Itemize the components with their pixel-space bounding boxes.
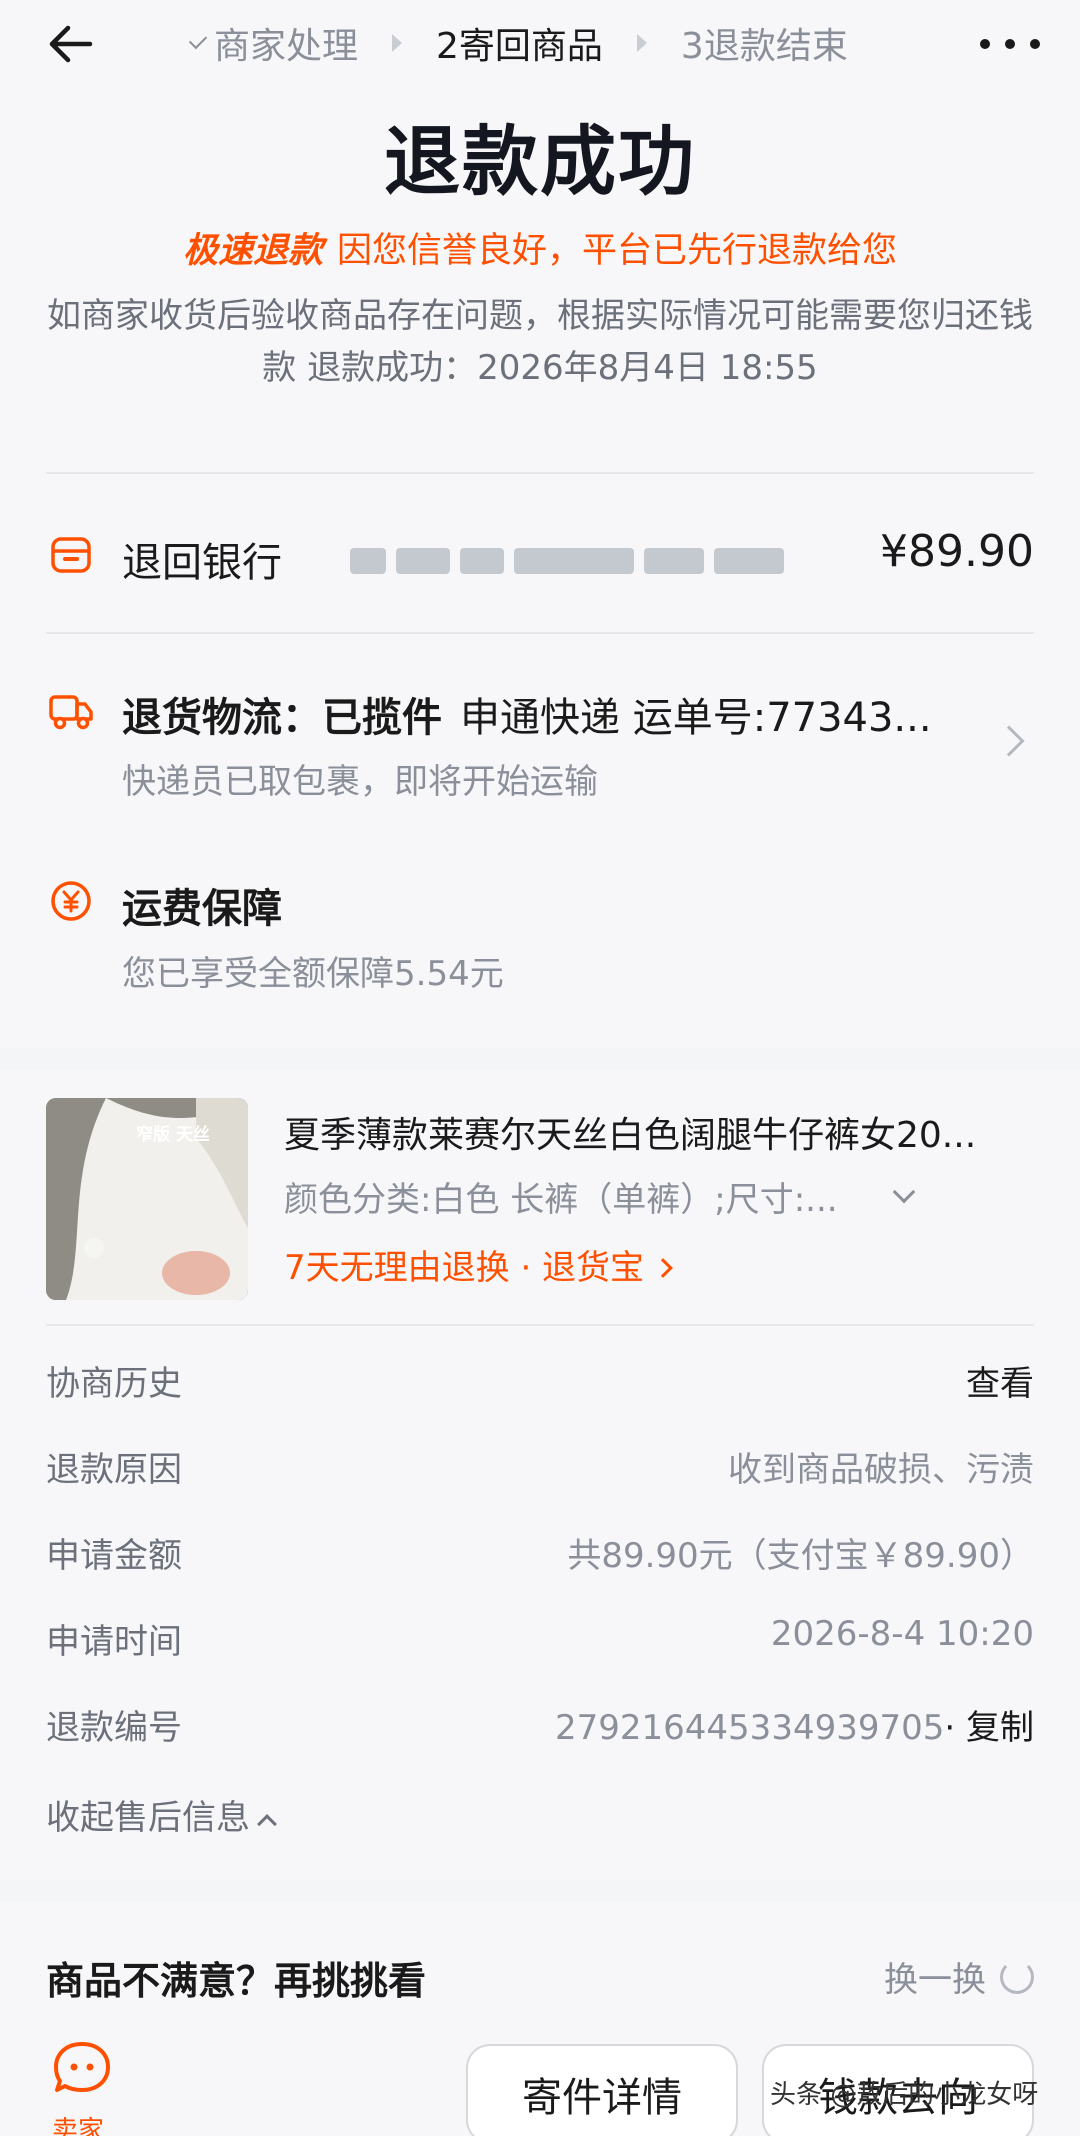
more-dot-icon bbox=[1030, 39, 1040, 49]
step-label: 2寄回商品 bbox=[436, 26, 603, 67]
shipment-detail-button[interactable]: 寄件详情 bbox=[466, 2044, 738, 2136]
recommendation-title: 商品不满意？再挑挑看 bbox=[46, 1959, 427, 2003]
shipping-guarantee-title: 运费保障 bbox=[122, 886, 282, 932]
refresh-icon bbox=[1000, 1959, 1034, 1994]
product-thumbnail[interactable]: 窄版 天丝 bbox=[46, 1098, 248, 1300]
chevron-up-icon bbox=[257, 1814, 277, 1834]
refund-destination-label: 退回银行 bbox=[122, 540, 282, 586]
chevron-right-icon bbox=[993, 725, 1025, 757]
seller-chat-icon bbox=[54, 2042, 110, 2092]
more-dot-icon bbox=[980, 39, 990, 49]
step-label: 3退款结束 bbox=[680, 26, 848, 67]
step-refund-end: 3退款结束 bbox=[681, 17, 848, 69]
yuan-coin-icon bbox=[46, 876, 96, 926]
step-return-goods: 2寄回商品 bbox=[436, 17, 603, 69]
progress-steps: 商家处理 2寄回商品 3退款结束 bbox=[188, 17, 848, 69]
bottom-action-bar: 卖家 寄件详情 钱款去向 bbox=[0, 2010, 1080, 2136]
copy-button[interactable]: · 复制 bbox=[944, 1708, 1034, 1748]
divider bbox=[46, 1324, 1034, 1326]
fast-refund-text: 因您信誉良好，平台已先行退款给您 bbox=[337, 231, 898, 271]
seller-button[interactable]: 卖家 bbox=[40, 2040, 116, 2136]
info-row-time: 申请时间 2026-8-4 10:20 bbox=[46, 1614, 1034, 1670]
seller-label: 卖家 bbox=[51, 2116, 104, 2136]
refund-id: 279216445334939705 bbox=[555, 1708, 945, 1748]
fast-refund-line: 极速退款 因您信誉良好，平台已先行退款给您 bbox=[0, 222, 1080, 273]
logistics-status: 退货物流：已揽件 bbox=[122, 695, 442, 741]
step-separator-icon bbox=[636, 34, 647, 52]
info-key: 协商历史 bbox=[46, 1364, 182, 1404]
refund-detail-card: 窄版 天丝 夏季薄款莱赛尔天丝白色阔腿牛仔裤女20... 颜色分类:白色 长裤（… bbox=[0, 1070, 1080, 1880]
info-value: 2026-8-4 10:20 bbox=[770, 1614, 1034, 1654]
check-icon bbox=[188, 30, 208, 50]
chevron-down-icon[interactable] bbox=[892, 1180, 916, 1204]
product-thumb-tag: 窄版 天丝 bbox=[136, 1125, 210, 1145]
swap-button[interactable]: 换一换 bbox=[884, 1952, 1034, 2001]
refund-destination-row: 退回银行 ¥89.90 bbox=[0, 520, 1080, 590]
divider bbox=[46, 472, 1034, 474]
info-row-negotiation[interactable]: 协商历史 查看 bbox=[46, 1356, 1034, 1412]
step-merchant: 商家处理 bbox=[188, 17, 359, 69]
info-value: 收到商品破损、污渍 bbox=[728, 1450, 1034, 1490]
swap-label: 换一换 bbox=[884, 1960, 986, 2000]
refund-status-card: 商家处理 2寄回商品 3退款结束 退款成功 极速退款 因您信誉良好，平台已先行退款… bbox=[0, 0, 1080, 1048]
view-history-link[interactable]: 查看 bbox=[966, 1356, 1034, 1405]
more-button[interactable] bbox=[980, 26, 1040, 62]
info-key: 退款原因 bbox=[46, 1450, 182, 1490]
divider bbox=[46, 632, 1034, 634]
masked-account-info bbox=[350, 548, 810, 576]
logistics-title: 退货物流：已揽件 申通快递 运单号:77343... bbox=[122, 685, 932, 743]
info-key: 申请时间 bbox=[46, 1622, 182, 1662]
back-arrow-icon bbox=[49, 25, 93, 63]
info-row-reason: 退款原因 收到商品破损、污渍 bbox=[46, 1442, 1034, 1498]
logistics-subtitle: 快递员已取包裹，即将开始运输 bbox=[122, 762, 598, 802]
refund-description: 如商家收货后验收商品存在问题，根据实际情况可能需要您归还钱款 退款成功：2026… bbox=[47, 296, 1033, 388]
collapse-label: 收起售后信息 bbox=[46, 1798, 250, 1838]
refund-amount: ¥89.90 bbox=[880, 526, 1034, 577]
fast-refund-tag: 极速退款 bbox=[182, 231, 323, 271]
info-value: 279216445334939705· 复制 bbox=[555, 1700, 1034, 1749]
product-spec[interactable]: 颜色分类:白色 长裤（单裤）;尺寸:... bbox=[284, 1172, 838, 1221]
return-policy-text: 7天无理由退换 · 退货宝 bbox=[284, 1248, 645, 1288]
collapse-info-button[interactable]: 收起售后信息 bbox=[46, 1790, 277, 1839]
watermark: 头条 @敖后的小龙女呀 bbox=[770, 2080, 1039, 2110]
truck-icon bbox=[46, 686, 96, 736]
top-nav: 商家处理 2寄回商品 3退款结束 bbox=[0, 0, 1080, 88]
info-row-refund-id: 退款编号 279216445334939705· 复制 bbox=[46, 1700, 1034, 1756]
info-value: 共89.90元（支付宝￥89.90） bbox=[567, 1536, 1034, 1576]
back-button[interactable] bbox=[40, 16, 100, 72]
return-policy-link[interactable]: 7天无理由退换 · 退货宝 bbox=[284, 1240, 673, 1289]
more-dot-icon bbox=[1005, 39, 1015, 49]
info-key: 退款编号 bbox=[46, 1708, 182, 1748]
page-title: 退款成功 bbox=[384, 117, 696, 206]
product-name[interactable]: 夏季薄款莱赛尔天丝白色阔腿牛仔裤女20... bbox=[284, 1106, 976, 1158]
logistics-carrier: 申通快递 运单号:77343... bbox=[460, 695, 932, 741]
shipping-guarantee-subtitle: 您已享受全额保障5.54元 bbox=[122, 954, 504, 994]
info-row-amount: 申请金额 共89.90元（支付宝￥89.90） bbox=[46, 1528, 1034, 1584]
step-label: 商家处理 bbox=[214, 26, 359, 67]
wallet-icon bbox=[46, 530, 96, 580]
step-separator-icon bbox=[392, 34, 403, 52]
info-key: 申请金额 bbox=[46, 1536, 182, 1576]
chevron-right-icon bbox=[653, 1258, 673, 1278]
